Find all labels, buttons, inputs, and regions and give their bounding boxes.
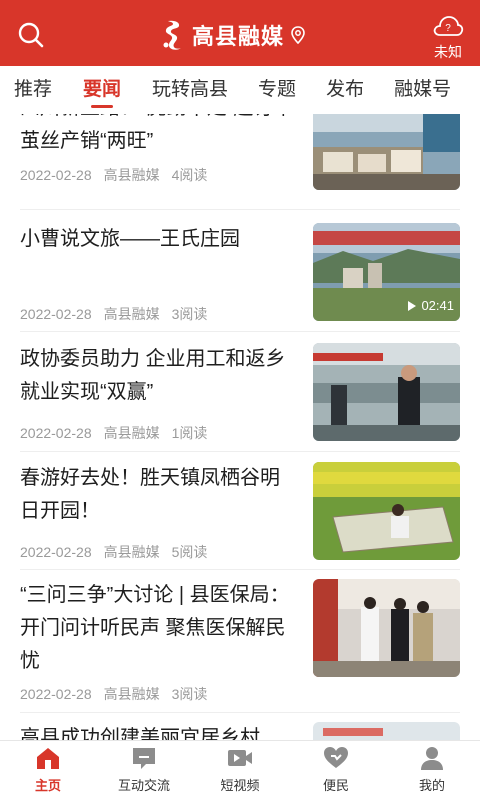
- news-feed: 四川新丝路：“虎劲十足”赶订单 茧丝产销“两旺” 2022-02-28 高县融媒 4…: [0, 114, 480, 740]
- logo-mark-icon: [163, 20, 181, 50]
- news-date: 2022-02-28: [20, 306, 92, 322]
- nav-interaction[interactable]: 互动交流: [96, 741, 192, 800]
- news-meta: 2022-02-28 高县融媒 5阅读: [20, 542, 219, 562]
- nav-mine-label: 我的: [418, 778, 445, 793]
- silk-factory-image: [313, 114, 460, 190]
- user-icon: [421, 747, 443, 770]
- app-logo: 高县融媒: [160, 18, 306, 52]
- rapeseed-field-image: [313, 462, 460, 560]
- news-source: 高县融媒: [103, 425, 160, 441]
- news-meta: 2022-02-28 高县融媒 1阅读: [20, 423, 219, 443]
- news-thumbnail: [313, 462, 460, 560]
- news-reads: 1阅读: [171, 425, 208, 441]
- village-image: [313, 722, 460, 740]
- chat-icon: [133, 748, 155, 769]
- nav-short-video-label: 短视频: [220, 778, 260, 793]
- news-date: 2022-02-28: [20, 167, 92, 183]
- news-reads: 5阅读: [171, 544, 208, 560]
- nav-interaction-label: 互动交流: [117, 778, 170, 793]
- news-title: 春游好去处！胜天镇凤栖谷明日开园！: [20, 467, 280, 522]
- news-meta: 2022-02-28 高县融媒 3阅读: [20, 684, 219, 704]
- news-source: 高县融媒: [103, 544, 160, 560]
- news-thumbnail: [313, 579, 460, 677]
- nav-convenience[interactable]: 便民: [288, 741, 384, 800]
- news-date: 2022-02-28: [20, 686, 92, 702]
- weather-cloud-icon: ?: [433, 16, 464, 36]
- tab-headlines[interactable]: 要闻: [83, 66, 121, 114]
- news-item[interactable]: 政协委员助力 企业用工和返乡就业实现“双赢” 2022-02-28 高县融媒 1阅读: [20, 332, 460, 452]
- tab-media-accounts[interactable]: 融媒号: [394, 66, 451, 114]
- heart-hand-icon: [324, 747, 348, 768]
- duration-text: 02:41: [421, 298, 454, 313]
- news-title: 高县成功创建美丽宜居乡村: [20, 727, 260, 740]
- news-meta: 2022-02-28 高县融媒 4阅读: [20, 165, 219, 185]
- nav-convenience-label: 便民: [322, 778, 349, 793]
- news-item[interactable]: 小曹说文旅——王氏庄园 2022-02-28 高县融媒 3阅读 02:41: [20, 210, 460, 332]
- medical-insurance-visit-image: [313, 579, 460, 677]
- video-icon: [228, 750, 252, 766]
- video-duration: 02:41: [408, 298, 454, 313]
- news-reads: 3阅读: [171, 306, 208, 322]
- weather-label: 未知: [434, 44, 462, 60]
- news-item[interactable]: “三问三争”大讨论 | 县医保局：开门问计听民声 聚焦医保解民忧 2022-02…: [20, 570, 460, 713]
- app-header: 高县融媒 ? 未知: [0, 0, 480, 66]
- location-pin-icon[interactable]: [290, 26, 306, 44]
- nav-short-video[interactable]: 短视频: [192, 741, 288, 800]
- news-title: 四川新丝路：“虎劲十足”赶订单 茧丝产销“两旺”: [20, 114, 293, 152]
- news-source: 高县融媒: [103, 686, 160, 702]
- news-title: “三问三争”大讨论 | 县医保局：开门问计听民声 聚焦医保解民忧: [20, 584, 290, 672]
- bottom-navigation: 主页 互动交流 短视频 便民 我的: [0, 740, 480, 800]
- tab-explore-gaoxian[interactable]: 玩转高县: [152, 66, 228, 114]
- video-thumbnail: 02:41: [313, 223, 460, 321]
- tab-recommend[interactable]: 推荐: [14, 66, 52, 114]
- news-reads: 4阅读: [171, 167, 208, 183]
- tab-topics[interactable]: 专题: [258, 66, 296, 114]
- news-meta: 2022-02-28 高县融媒 3阅读: [20, 304, 219, 324]
- news-item[interactable]: 春游好去处！胜天镇凤栖谷明日开园！ 2022-02-28 高县融媒 5阅读: [20, 452, 460, 570]
- news-item[interactable]: 四川新丝路：“虎劲十足”赶订单 茧丝产销“两旺” 2022-02-28 高县融媒 4…: [20, 114, 460, 210]
- nav-home-label: 主页: [34, 778, 61, 793]
- weather-widget[interactable]: ? 未知: [430, 14, 466, 62]
- search-icon[interactable]: [16, 20, 46, 50]
- news-thumbnail: [313, 722, 460, 740]
- news-item[interactable]: 高县成功创建美丽宜居乡村: [20, 713, 460, 740]
- weather-unknown-glyph: ?: [445, 23, 451, 34]
- news-thumbnail: [313, 343, 460, 441]
- app-title: 高县融媒: [192, 24, 285, 49]
- news-date: 2022-02-28: [20, 544, 92, 560]
- news-title: 政协委员助力 企业用工和返乡就业实现“双赢”: [20, 348, 286, 403]
- tab-releases[interactable]: 发布: [326, 66, 364, 114]
- nav-mine[interactable]: 我的: [384, 741, 480, 800]
- category-tabs: 推荐 要闻 玩转高县 专题 发布 融媒号: [0, 66, 480, 114]
- news-reads: 3阅读: [171, 686, 208, 702]
- workshop-image: [313, 343, 460, 441]
- nav-home[interactable]: 主页: [0, 741, 96, 800]
- news-source: 高县融媒: [103, 306, 160, 322]
- home-icon: [37, 748, 59, 769]
- news-date: 2022-02-28: [20, 425, 92, 441]
- news-thumbnail: [313, 114, 460, 190]
- news-title: 小曹说文旅——王氏庄园: [20, 228, 240, 250]
- news-source: 高县融媒: [103, 167, 160, 183]
- play-icon: [408, 300, 417, 311]
